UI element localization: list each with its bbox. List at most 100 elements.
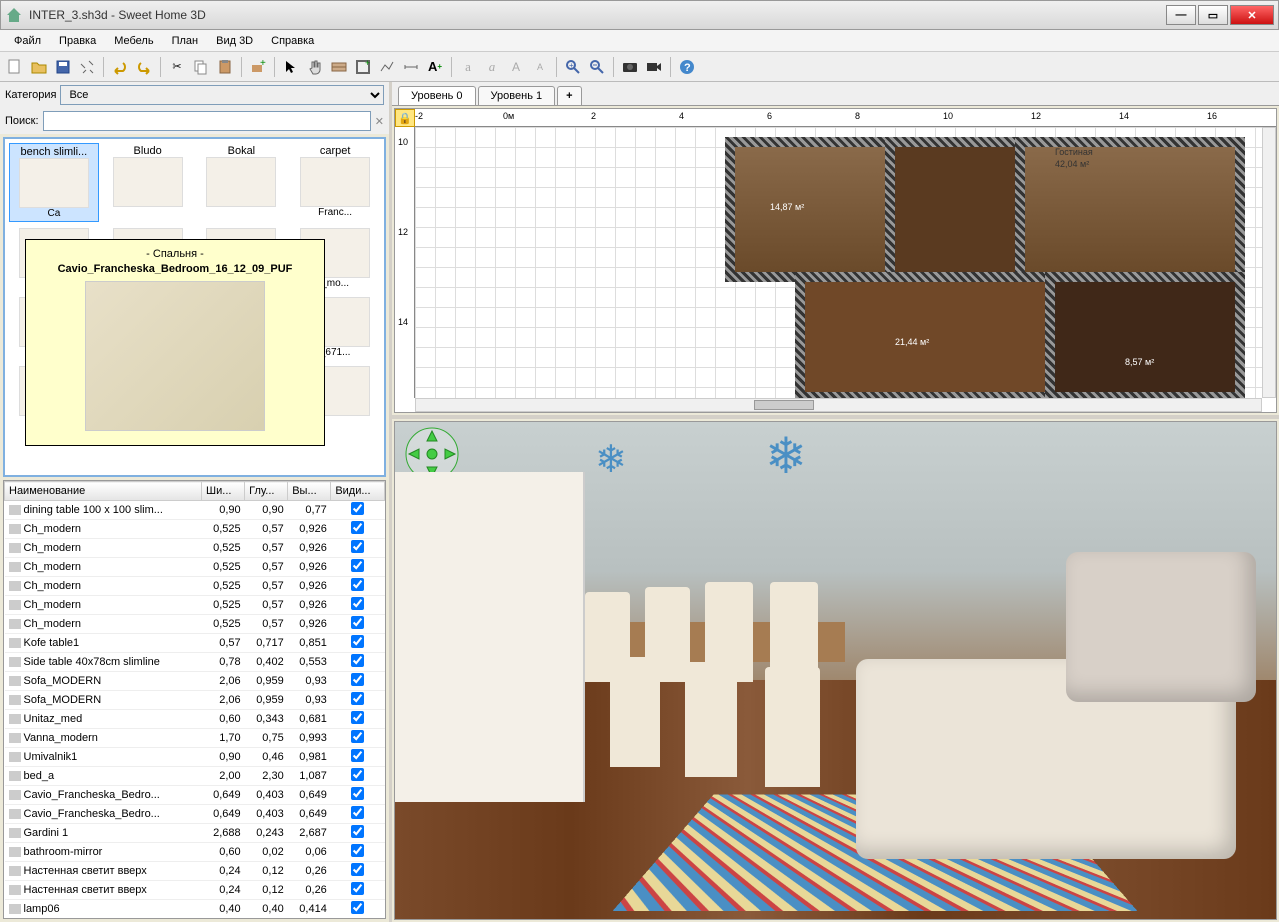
minimize-button[interactable]: — xyxy=(1166,5,1196,25)
visibility-checkbox[interactable] xyxy=(351,730,364,743)
plan-scroll-v[interactable] xyxy=(1262,127,1276,398)
close-button[interactable]: ✕ xyxy=(1230,5,1274,25)
table-row[interactable]: bathroom-mirror0,600,020,06 xyxy=(5,843,385,862)
visibility-checkbox[interactable] xyxy=(351,863,364,876)
table-row[interactable]: Cavio_Francheska_Bedro...0,6490,4030,649 xyxy=(5,805,385,824)
visibility-checkbox[interactable] xyxy=(351,635,364,648)
menu-furniture[interactable]: Мебель xyxy=(106,33,161,49)
plan-canvas[interactable]: Гостиная 42,04 м² 14,87 м² 21,44 м² 8,57… xyxy=(415,127,1262,398)
lock-icon[interactable]: 🔒 xyxy=(395,109,415,127)
text-icon[interactable]: A+ xyxy=(424,56,446,78)
table-row[interactable]: Ch_modern0,5250,570,926 xyxy=(5,520,385,539)
column-header[interactable]: Вы... xyxy=(288,482,331,501)
add-furniture-icon[interactable]: + xyxy=(247,56,269,78)
column-header[interactable]: Наименование xyxy=(5,482,202,501)
table-row[interactable]: Side table 40x78cm slimline0,780,4020,55… xyxy=(5,653,385,672)
table-row[interactable]: Настенная светит вверх0,240,120,26 xyxy=(5,862,385,881)
italic-icon[interactable]: a xyxy=(481,56,503,78)
catalog-item[interactable]: Bludo xyxy=(103,143,193,222)
table-row[interactable]: Sofa_MODERN2,060,9590,93 xyxy=(5,672,385,691)
table-row[interactable]: Unitaz_med0,600,3430,681 xyxy=(5,710,385,729)
visibility-checkbox[interactable] xyxy=(351,692,364,705)
text-size-dn-icon[interactable]: A xyxy=(529,56,551,78)
visibility-checkbox[interactable] xyxy=(351,768,364,781)
table-row[interactable]: Настенная светит вверх0,240,120,26 xyxy=(5,881,385,900)
video-icon[interactable] xyxy=(643,56,665,78)
visibility-checkbox[interactable] xyxy=(351,521,364,534)
visibility-checkbox[interactable] xyxy=(351,806,364,819)
table-row[interactable]: Ch_modern0,5250,570,926 xyxy=(5,596,385,615)
table-row[interactable]: Ch_modern0,5250,570,926 xyxy=(5,558,385,577)
visibility-checkbox[interactable] xyxy=(351,825,364,838)
polyline-icon[interactable] xyxy=(376,56,398,78)
column-header[interactable]: Ши... xyxy=(202,482,245,501)
column-header[interactable]: Види... xyxy=(331,482,385,501)
bold-icon[interactable]: a xyxy=(457,56,479,78)
furniture-list[interactable]: НаименованиеШи...Глу...Вы...Види... dini… xyxy=(3,480,386,919)
zoom-out-icon[interactable] xyxy=(586,56,608,78)
zoom-in-icon[interactable]: + xyxy=(562,56,584,78)
menu-edit[interactable]: Правка xyxy=(51,33,104,49)
visibility-checkbox[interactable] xyxy=(351,844,364,857)
table-row[interactable]: lamp060,400,400,414 xyxy=(5,919,385,920)
plan-scroll-h[interactable] xyxy=(415,398,1262,412)
text-size-up-icon[interactable]: A xyxy=(505,56,527,78)
category-select[interactable]: Все xyxy=(60,85,384,105)
visibility-checkbox[interactable] xyxy=(351,787,364,800)
column-header[interactable]: Глу... xyxy=(245,482,288,501)
visibility-checkbox[interactable] xyxy=(351,673,364,686)
table-row[interactable]: Vanna_modern1,700,750,993 xyxy=(5,729,385,748)
copy-icon[interactable] xyxy=(190,56,212,78)
save-icon[interactable] xyxy=(52,56,74,78)
table-row[interactable]: bed_a2,002,301,087 xyxy=(5,767,385,786)
visibility-checkbox[interactable] xyxy=(351,597,364,610)
visibility-checkbox[interactable] xyxy=(351,882,364,895)
wall-icon[interactable] xyxy=(328,56,350,78)
maximize-button[interactable]: ▭ xyxy=(1198,5,1228,25)
furniture-catalog[interactable]: bench slimli...CaBludoBokalcarpetFranc..… xyxy=(3,137,386,477)
redo-icon[interactable] xyxy=(133,56,155,78)
tab-level-0[interactable]: Уровень 0 xyxy=(398,86,476,105)
pan-icon[interactable] xyxy=(304,56,326,78)
prefs-icon[interactable] xyxy=(76,56,98,78)
table-row[interactable]: Cavio_Francheska_Bedro...0,6490,4030,649 xyxy=(5,786,385,805)
help-icon[interactable]: ? xyxy=(676,56,698,78)
menu-3d[interactable]: Вид 3D xyxy=(208,33,261,49)
photo-icon[interactable] xyxy=(619,56,641,78)
search-clear-icon[interactable]: ✕ xyxy=(375,115,384,128)
visibility-checkbox[interactable] xyxy=(351,559,364,572)
search-input[interactable] xyxy=(43,111,371,131)
table-row[interactable]: Gardini 12,6880,2432,687 xyxy=(5,824,385,843)
catalog-item[interactable]: bench slimli...Ca xyxy=(9,143,99,222)
3d-view[interactable]: ❄ ❄ xyxy=(394,421,1277,920)
table-row[interactable]: Kofe table10,570,7170,851 xyxy=(5,634,385,653)
menu-help[interactable]: Справка xyxy=(263,33,322,49)
undo-icon[interactable] xyxy=(109,56,131,78)
visibility-checkbox[interactable] xyxy=(351,578,364,591)
dimension-icon[interactable] xyxy=(400,56,422,78)
table-row[interactable]: lamp060,400,400,414 xyxy=(5,900,385,919)
table-row[interactable]: Ch_modern0,5250,570,926 xyxy=(5,615,385,634)
plan-view[interactable]: 🔒 -20м246810121416 101214 Гостиная 42,04… xyxy=(394,108,1277,413)
visibility-checkbox[interactable] xyxy=(351,616,364,629)
open-icon[interactable] xyxy=(28,56,50,78)
visibility-checkbox[interactable] xyxy=(351,540,364,553)
table-row[interactable]: Ch_modern0,5250,570,926 xyxy=(5,577,385,596)
paste-icon[interactable] xyxy=(214,56,236,78)
table-row[interactable]: Ch_modern0,5250,570,926 xyxy=(5,539,385,558)
room-icon[interactable]: + xyxy=(352,56,374,78)
visibility-checkbox[interactable] xyxy=(351,749,364,762)
visibility-checkbox[interactable] xyxy=(351,654,364,667)
splitter-horizontal[interactable] xyxy=(392,415,1279,419)
cut-icon[interactable]: ✂ xyxy=(166,56,188,78)
menu-plan[interactable]: План xyxy=(164,33,207,49)
select-icon[interactable] xyxy=(280,56,302,78)
catalog-item[interactable]: carpetFranc... xyxy=(290,143,380,222)
table-row[interactable]: dining table 100 x 100 slim...0,900,900,… xyxy=(5,501,385,520)
tab-level-1[interactable]: Уровень 1 xyxy=(478,86,556,105)
table-row[interactable]: Sofa_MODERN2,060,9590,93 xyxy=(5,691,385,710)
catalog-item[interactable]: Bokal xyxy=(197,143,287,222)
visibility-checkbox[interactable] xyxy=(351,711,364,724)
visibility-checkbox[interactable] xyxy=(351,901,364,914)
new-icon[interactable] xyxy=(4,56,26,78)
